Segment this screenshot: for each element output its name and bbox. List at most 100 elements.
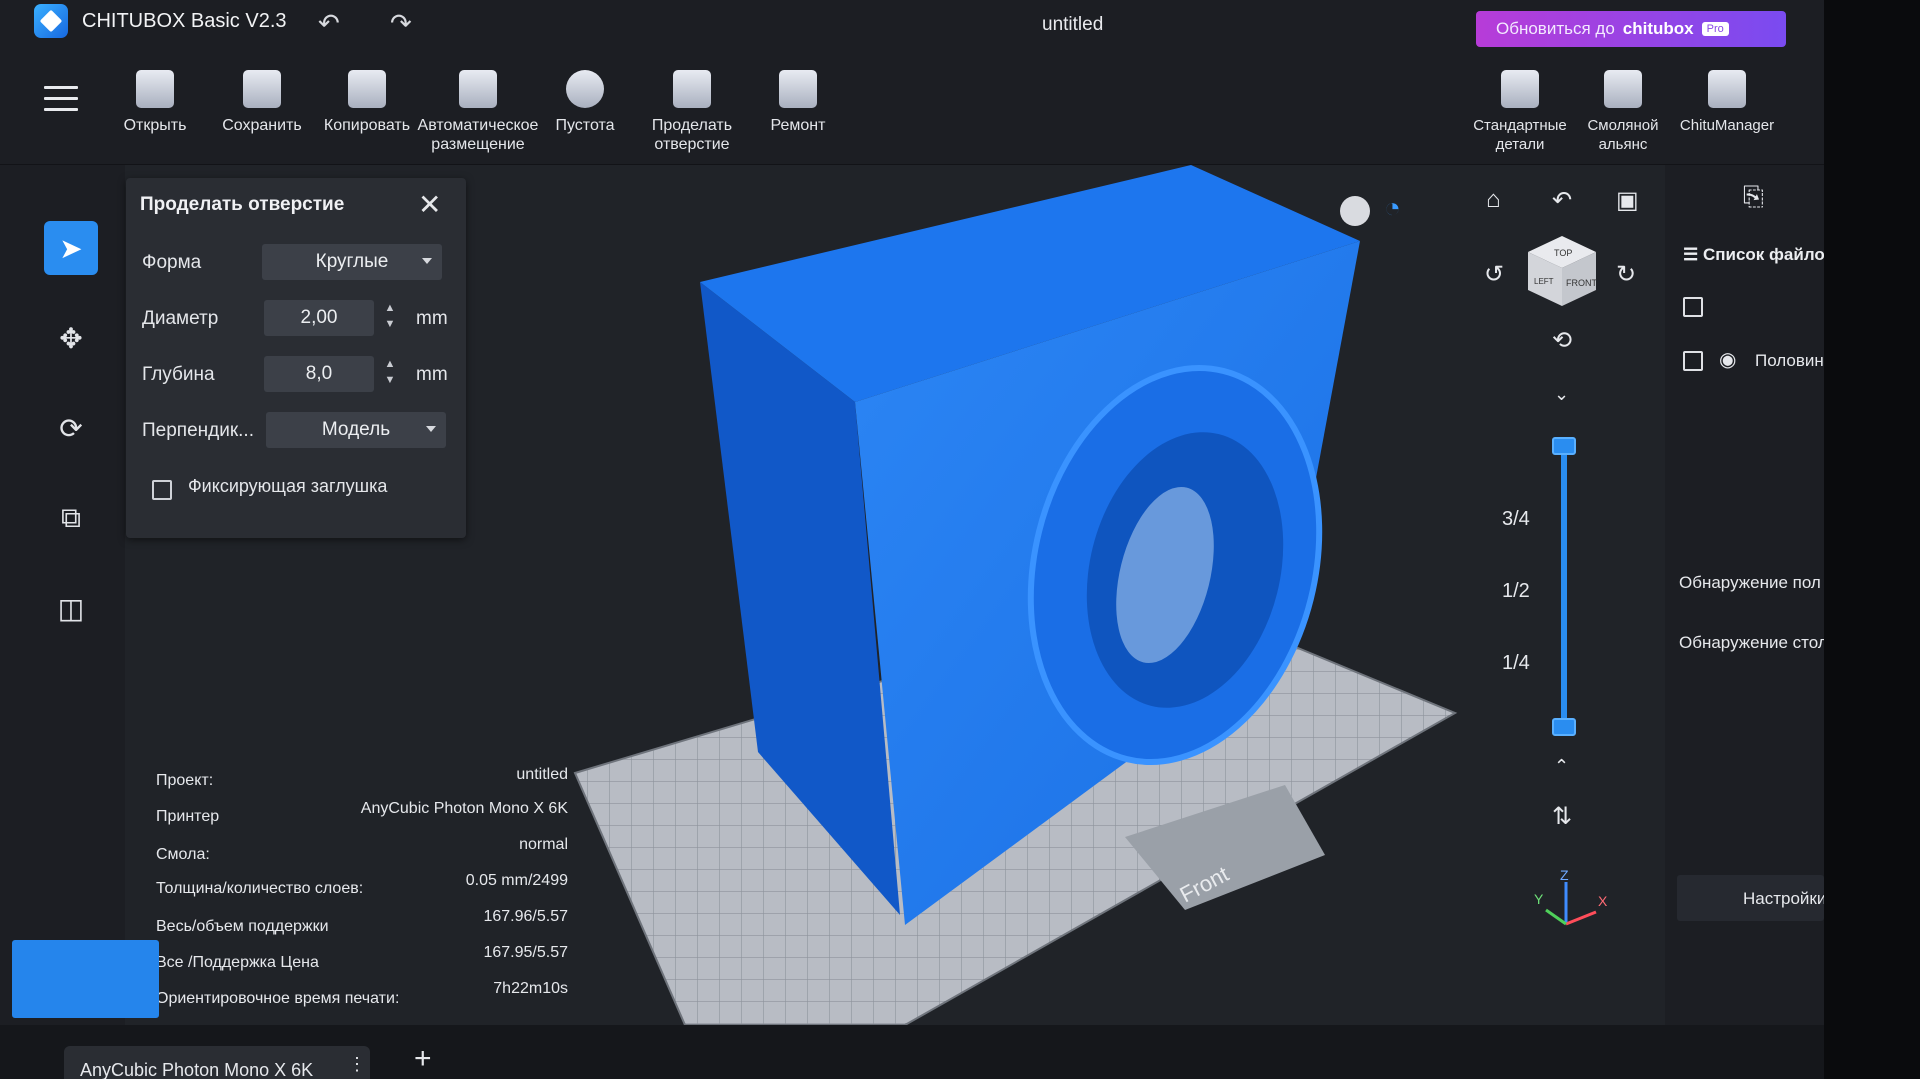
add-tab-icon[interactable]: + bbox=[414, 1042, 432, 1076]
perpendicular-select[interactable]: Модель bbox=[266, 412, 446, 448]
main-toolbar: Открыть Сохранить Копировать Автоматичес… bbox=[0, 48, 1824, 165]
undo-icon[interactable]: ↶ bbox=[318, 8, 340, 39]
printer-tab[interactable]: AnyCubic Photon Mono X 6K bbox=[64, 1046, 370, 1079]
select-tool-button[interactable]: ➤ bbox=[44, 221, 98, 275]
move-tool-button[interactable]: ✥ bbox=[44, 311, 98, 365]
slice-slider-track[interactable] bbox=[1561, 446, 1567, 728]
file-settings-icon[interactable]: ⎘ bbox=[1743, 181, 1764, 213]
diameter-unit: mm bbox=[416, 308, 448, 329]
info-label: Проект: bbox=[156, 772, 214, 789]
chevron-down-icon[interactable]: ⌄ bbox=[1554, 384, 1569, 405]
perspective-cube-icon[interactable]: ▣ bbox=[1616, 186, 1639, 215]
monitor-bezel bbox=[1824, 0, 1920, 1079]
upgrade-button[interactable]: Обновиться до chitubox Pro bbox=[1476, 11, 1786, 47]
render-solid-icon[interactable] bbox=[1340, 196, 1370, 226]
hollow-button[interactable]: Пустота bbox=[530, 70, 640, 135]
dig-hole-dialog: Проделать отверстие ✕ Форма Круглые Диам… bbox=[126, 178, 466, 538]
info-label: Все /Поддержка Цена bbox=[156, 954, 319, 971]
repair-button[interactable]: Ремонт bbox=[743, 70, 853, 135]
depth-input[interactable]: 8,0 bbox=[264, 356, 374, 392]
plug-checkbox[interactable] bbox=[152, 480, 172, 500]
hamburger-menu-icon[interactable] bbox=[44, 86, 78, 112]
standard-parts-icon bbox=[1501, 70, 1539, 108]
save-button[interactable]: Сохранить bbox=[207, 70, 317, 135]
cube-left-label: LEFT bbox=[1534, 277, 1554, 286]
chitumanager-button[interactable]: ChituManager bbox=[1672, 70, 1782, 135]
mirror-tool-button[interactable]: ◫ bbox=[44, 581, 98, 635]
axis-x-label: X bbox=[1598, 893, 1608, 909]
resin-alliance-icon bbox=[1604, 70, 1642, 108]
upgrade-label: Обновиться до bbox=[1496, 19, 1615, 38]
standard-parts-button[interactable]: Стандартные детали bbox=[1465, 70, 1575, 154]
rotate-icon: ⟳ bbox=[59, 412, 83, 444]
info-label: Принтер bbox=[156, 808, 220, 825]
perpendicular-label: Перпендик... bbox=[142, 420, 254, 441]
home-view-icon[interactable]: ⌂ bbox=[1486, 186, 1501, 214]
open-button[interactable]: Открыть bbox=[100, 70, 210, 135]
chevron-up-icon[interactable]: ⌃ bbox=[1554, 756, 1569, 777]
auto-layout-button[interactable]: Автоматическое размещение bbox=[415, 70, 541, 154]
slice-slider-top-handle[interactable] bbox=[1552, 437, 1576, 455]
info-value: 167.95/5.57 bbox=[483, 944, 568, 961]
file-list-header: ☰ Список файлов bbox=[1683, 245, 1824, 264]
depth-label: Глубина bbox=[142, 364, 215, 385]
slider-half: 1/2 bbox=[1502, 580, 1530, 602]
select-all-checkbox[interactable] bbox=[1683, 297, 1703, 317]
visibility-eye-icon[interactable]: ◉ bbox=[1719, 347, 1736, 372]
rotate-tool-button[interactable]: ⟳ bbox=[44, 401, 98, 455]
title-bar: CHITUBOX Basic V2.3 ↶ ↷ untitled Обновит… bbox=[0, 0, 1824, 48]
scale-icon: ⧉ bbox=[61, 501, 81, 533]
detect-islands-label[interactable]: Обнаружение пол bbox=[1679, 573, 1821, 593]
axes-gizmo: Z X Y bbox=[1534, 868, 1608, 926]
file-item-name[interactable]: Половин bbox=[1755, 351, 1824, 371]
resin-alliance-button[interactable]: Смоляной альянс bbox=[1568, 70, 1678, 154]
chevron-down-icon bbox=[426, 426, 436, 432]
copy-button[interactable]: Копировать bbox=[312, 70, 422, 135]
rotate-down-icon[interactable]: ⟲ bbox=[1552, 326, 1572, 355]
slice-slider-bottom-handle[interactable] bbox=[1552, 718, 1576, 736]
close-icon[interactable]: ✕ bbox=[418, 188, 441, 221]
view-cube[interactable]: TOP LEFT FRONT bbox=[1524, 232, 1600, 308]
repair-icon bbox=[779, 70, 817, 108]
layer-settings-icon[interactable]: ⇅ bbox=[1552, 802, 1572, 831]
chevron-down-icon bbox=[422, 258, 432, 264]
settings-button[interactable]: Настройки bbox=[1677, 875, 1824, 921]
file-item-checkbox[interactable] bbox=[1683, 351, 1703, 371]
left-sidebar: ➤ ✥ ⟳ ⧉ ◫ bbox=[0, 165, 125, 1025]
mirror-icon: ◫ bbox=[57, 592, 85, 624]
copy-icon bbox=[348, 70, 386, 108]
cursor-icon: ➤ bbox=[59, 232, 83, 264]
slice-button[interactable] bbox=[12, 940, 159, 1018]
rotate-right-icon[interactable]: ↻ bbox=[1616, 260, 1636, 289]
dig-hole-button[interactable]: Проделать отверстие bbox=[637, 70, 747, 154]
rotate-left-icon[interactable]: ↺ bbox=[1484, 260, 1504, 289]
chitumanager-icon bbox=[1708, 70, 1746, 108]
hollow-icon bbox=[566, 70, 604, 108]
scale-tool-button[interactable]: ⧉ bbox=[44, 491, 98, 545]
diameter-input[interactable]: 2,00 bbox=[264, 300, 374, 336]
document-title: untitled bbox=[1042, 14, 1104, 35]
axis-y-label: Y bbox=[1534, 891, 1544, 907]
depth-stepper[interactable]: ▲ ▼ bbox=[382, 356, 398, 388]
tab-more-icon[interactable]: ⋮ bbox=[348, 1054, 366, 1075]
info-value: 167.96/5.57 bbox=[483, 908, 568, 925]
shape-label: Форма bbox=[142, 252, 202, 273]
reset-view-icon[interactable]: ↶ bbox=[1552, 186, 1572, 215]
detect-collisions-label[interactable]: Обнаружение стол bbox=[1679, 633, 1824, 653]
shape-select[interactable]: Круглые bbox=[262, 244, 442, 280]
cube-top-label: TOP bbox=[1554, 248, 1572, 258]
slider-quarter: 1/4 bbox=[1502, 652, 1530, 674]
redo-icon[interactable]: ↷ bbox=[390, 8, 412, 39]
render-xray-icon[interactable]: ◔ bbox=[1384, 192, 1401, 224]
depth-unit: mm bbox=[416, 364, 448, 385]
upgrade-brand: chitubox bbox=[1622, 19, 1694, 38]
diameter-stepper[interactable]: ▲ ▼ bbox=[382, 300, 398, 332]
info-value: 7h22m10s bbox=[493, 980, 568, 997]
auto-layout-icon bbox=[459, 70, 497, 108]
axis-z-label: Z bbox=[1560, 868, 1569, 883]
cube-front-label: FRONT bbox=[1566, 278, 1597, 288]
folder-icon bbox=[136, 70, 174, 108]
app-title: CHITUBOX Basic V2.3 bbox=[82, 10, 287, 32]
pro-badge: Pro bbox=[1701, 22, 1729, 36]
right-panel: ⎘ ☰ Список файлов ◉ Половин Обнаружение … bbox=[1665, 165, 1824, 1025]
